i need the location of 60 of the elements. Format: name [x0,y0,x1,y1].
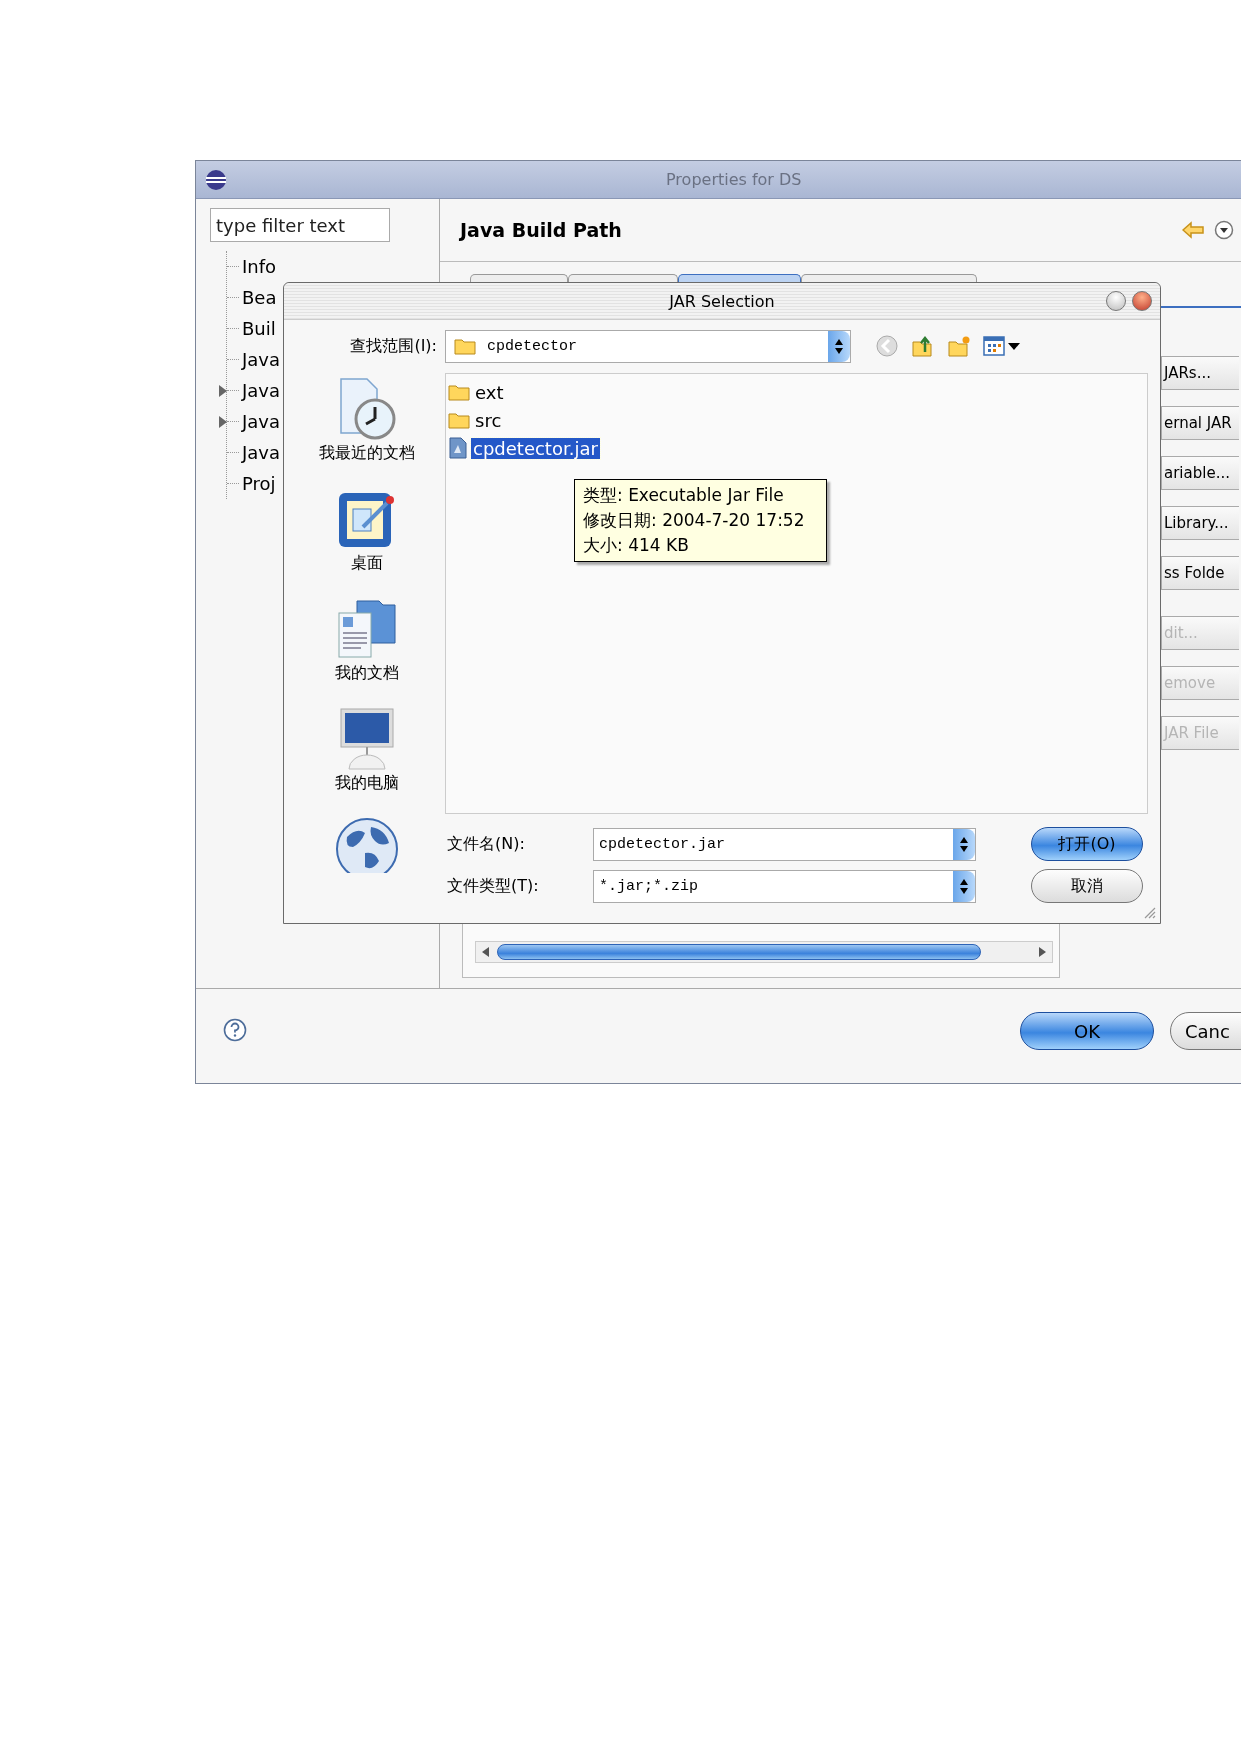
filter-field[interactable]: type filter text [210,208,390,242]
tooltip-line: 类型: Executable Jar File [583,484,785,507]
app-logo-icon [205,168,227,191]
side-button[interactable]: ss Folde [1161,556,1239,590]
cancel-button[interactable]: Canc [1170,1012,1241,1050]
help-icon[interactable] [223,1018,247,1042]
folder-icon [454,337,476,355]
tree-item[interactable]: Info [242,256,277,277]
folder-icon [448,411,470,429]
view-menu-icon[interactable] [983,335,1021,357]
side-button[interactable]: Library... [1161,506,1239,540]
globe-icon [335,817,399,873]
scroll-left-icon[interactable] [482,947,489,957]
tree-item[interactable]: Java [242,411,281,432]
look-in-label: 查找范围(I): [349,335,438,357]
places-item[interactable]: 我的电脑 [335,707,399,817]
cancel-button[interactable]: 取消 [1031,869,1143,903]
file-name-field[interactable]: cpdetector.jar [593,827,976,861]
horizontal-scrollbar[interactable] [475,941,1053,963]
updown-arrows-icon [828,330,850,362]
file-item[interactable]: src [473,409,504,431]
updown-arrows-icon [953,828,975,860]
places-item[interactable]: 我的文档 [335,597,399,707]
places-item[interactable]: 桌面 [335,487,399,597]
tooltip-line: 大小: 414 KB [583,534,690,557]
close-icon[interactable] [1132,291,1152,311]
side-button[interactable]: ariable... [1161,456,1239,490]
file-item[interactable]: cpdetector.jar [471,437,600,459]
window-title: Properties for DS [666,170,802,189]
places-item[interactable]: 我最近的文档 [319,377,415,487]
expand-arrow-icon[interactable] [219,384,227,397]
tree-item[interactable]: Java [242,349,281,370]
scrollbar-thumb[interactable] [497,944,981,960]
documents-folder-icon [335,597,399,661]
file-type-dropdown[interactable]: *.jar;*.zip [593,869,976,903]
tree-item[interactable]: Proj [242,473,276,494]
jar-file-icon [448,437,468,459]
tree-item[interactable]: Bea [242,287,277,308]
tree-item[interactable]: Buil [242,318,276,339]
look-in-dropdown[interactable]: cpdetector [445,329,851,363]
tooltip-line: 修改日期: 2004-7-20 17:52 [583,509,806,532]
up-folder-icon[interactable] [911,334,935,358]
dropdown-menu-icon[interactable] [1214,220,1234,240]
minimize-icon[interactable] [1106,291,1126,311]
resize-grip-icon[interactable] [1142,905,1156,919]
file-item[interactable]: ext [473,381,506,403]
folder-icon [448,383,470,401]
file-type-label: 文件类型(T): [446,875,540,897]
tree-item[interactable]: Java [242,442,281,463]
page-title: Java Build Path [460,219,622,241]
updown-arrows-icon [953,870,975,902]
file-name-label: 文件名(N): [446,833,526,855]
side-button[interactable]: JARs... [1161,356,1239,390]
side-button[interactable]: ernal JAR [1161,406,1239,440]
open-button[interactable]: 打开(O) [1031,827,1143,861]
expand-arrow-icon[interactable] [219,415,227,428]
tree-item[interactable]: Java [242,380,281,401]
dialog-title: JAR Selection [669,291,775,311]
ok-button[interactable]: OK [1020,1012,1154,1050]
scroll-right-icon[interactable] [1039,947,1046,957]
